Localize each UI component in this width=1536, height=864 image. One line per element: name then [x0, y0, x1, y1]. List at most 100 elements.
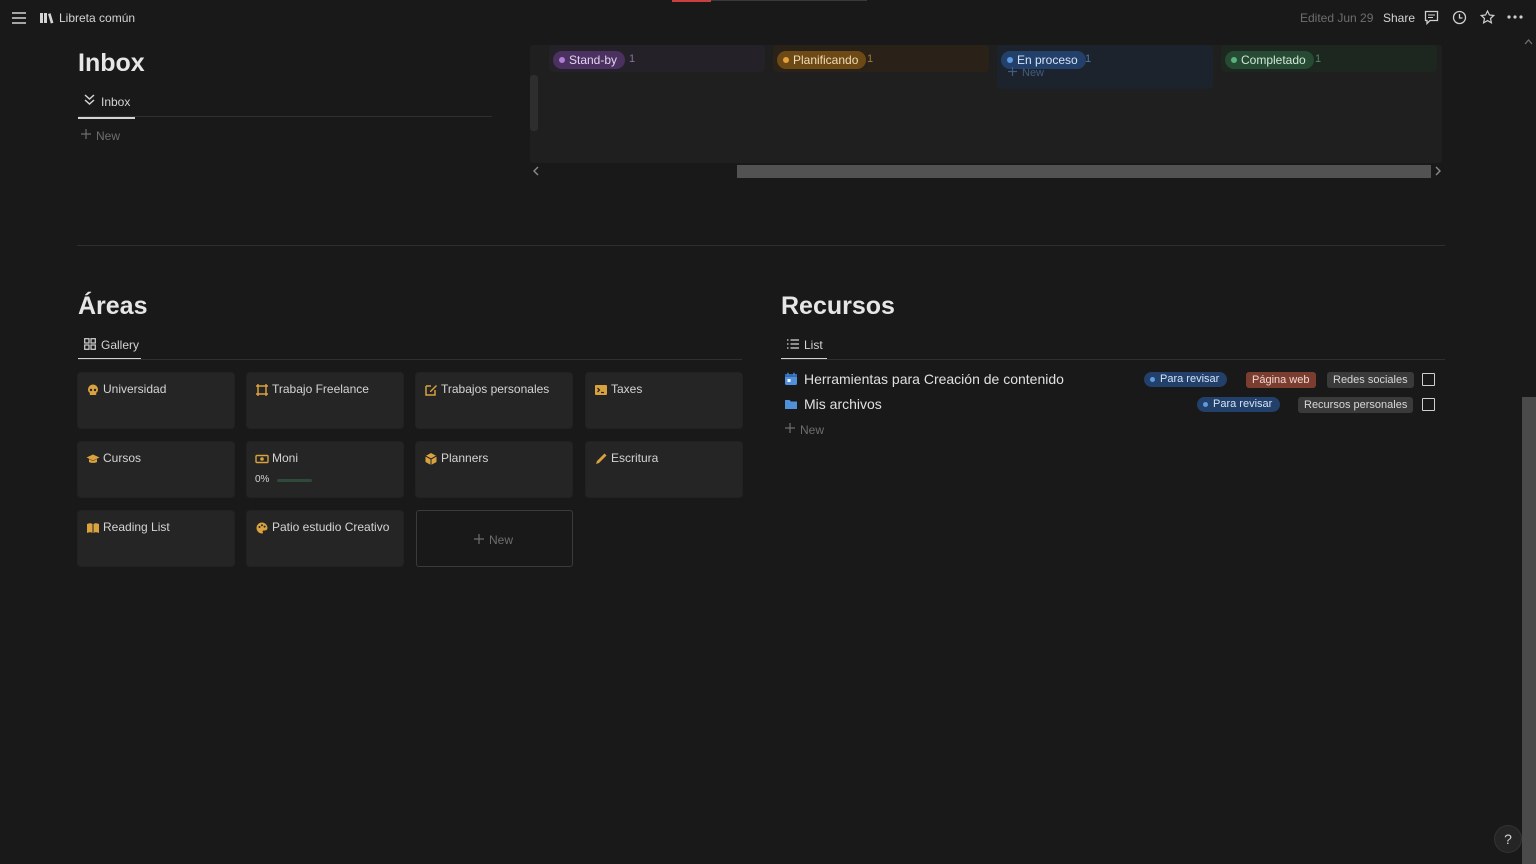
- loading-indicator: [672, 0, 711, 2]
- gallery-card-escritura[interactable]: Escritura: [586, 442, 742, 497]
- scroll-right-icon[interactable]: [1435, 166, 1442, 176]
- gallery-card-universidad[interactable]: Universidad: [78, 373, 234, 428]
- progress-bar: [277, 479, 312, 482]
- tag-recursos-personales: Recursos personales: [1298, 397, 1414, 413]
- board-column-standby: Stand-by 1: [549, 45, 765, 72]
- card-label: Taxes: [611, 382, 643, 396]
- plus-icon: [1008, 67, 1017, 76]
- tag-pagina-web: Página web: [1246, 372, 1316, 388]
- board-column-planificando: Planificando 1: [773, 45, 989, 72]
- terminal-icon: [594, 383, 608, 397]
- gallery-card-trabajos-personales[interactable]: Trabajos personales: [416, 373, 572, 428]
- gallery-grid-icon: [84, 338, 96, 350]
- tab-gallery-view[interactable]: Gallery: [78, 334, 141, 360]
- tab-list-label: List: [804, 338, 823, 352]
- board-column-enproceso: En proceso 1 New: [997, 45, 1213, 89]
- gallery-card-moni[interactable]: Moni 0%: [247, 442, 403, 497]
- tab-gallery-label: Gallery: [101, 338, 140, 352]
- gallery-card-planners[interactable]: Planners: [416, 442, 572, 497]
- card-label: Trabajos personales: [441, 382, 550, 396]
- areas-divider: [78, 359, 742, 360]
- gallery-card-reading-list[interactable]: Reading List: [78, 511, 234, 566]
- edited-timestamp: Edited Jun 29: [1300, 11, 1374, 25]
- gallery-card-trabajo-freelance[interactable]: Trabajo Freelance: [247, 373, 403, 428]
- progress-label: 0%: [255, 474, 270, 485]
- board-new-button[interactable]: New: [1022, 67, 1044, 79]
- help-button[interactable]: ?: [1495, 826, 1521, 852]
- gallery-card-cursos[interactable]: Cursos: [78, 442, 234, 497]
- tab-inbox-view[interactable]: Inbox: [78, 91, 135, 119]
- list-item[interactable]: Mis archivos Para revisar Recursos perso…: [781, 394, 1445, 416]
- scroll-up-icon[interactable]: [1524, 38, 1533, 45]
- book-icon: [39, 12, 54, 24]
- gallery-card-taxes[interactable]: Taxes: [586, 373, 742, 428]
- list-item-title: Herramientas para Creación de contenido: [804, 371, 1064, 387]
- palette-icon: [255, 521, 269, 535]
- row-checkbox[interactable]: [1422, 373, 1435, 386]
- skull-icon: [86, 383, 100, 397]
- board-column-completado: Completado 1: [1221, 45, 1437, 72]
- recursos-title: Recursos: [781, 292, 895, 320]
- scroll-left-icon[interactable]: [532, 166, 539, 176]
- frame-icon: [255, 383, 269, 397]
- section-divider: [77, 245, 1445, 246]
- gallery-new-label: New: [489, 533, 514, 547]
- edit-icon: [424, 383, 438, 397]
- card-label: Cursos: [103, 451, 142, 465]
- gallery-card-patio-estudio-creativo[interactable]: Patio estudio Creativo: [247, 511, 403, 566]
- loading-track: [711, 0, 867, 1]
- inbox-title: Inbox: [78, 49, 145, 77]
- column-count: 1: [1315, 53, 1322, 65]
- list-icon: [787, 339, 799, 349]
- page-scrollbar[interactable]: [1522, 397, 1536, 864]
- recursos-divider: [781, 359, 1445, 360]
- status-badge: Para revisar: [1197, 397, 1281, 412]
- recursos-new-button[interactable]: New: [800, 423, 824, 437]
- status-tag-planificando: Planificando: [777, 51, 867, 69]
- breadcrumb-title[interactable]: Libreta común: [59, 11, 135, 25]
- status-badge: Para revisar: [1144, 372, 1228, 387]
- cube-icon: [424, 452, 438, 466]
- list-item-title: Mis archivos: [804, 396, 882, 412]
- more-options-icon[interactable]: [1507, 15, 1523, 19]
- status-tag-standby: Stand-by: [553, 51, 626, 69]
- folder-icon: [784, 397, 798, 411]
- plus-icon: [81, 129, 91, 139]
- menu-icon[interactable]: [12, 11, 26, 25]
- card-label: Moni: [272, 451, 299, 465]
- tag-redes-sociales: Redes sociales: [1327, 372, 1414, 388]
- calendar-icon: [784, 372, 798, 386]
- plus-icon: [474, 534, 484, 544]
- column-count: 1: [1085, 53, 1092, 65]
- column-count: 1: [629, 53, 636, 65]
- list-item[interactable]: Herramientas para Creación de contenido …: [781, 369, 1445, 391]
- board-horizontal-scrollbar[interactable]: [737, 165, 1431, 178]
- tab-list-view[interactable]: List: [781, 334, 827, 360]
- card-label: Trabajo Freelance: [272, 382, 369, 396]
- comments-icon[interactable]: [1424, 10, 1439, 25]
- card-label: Planners: [441, 451, 489, 465]
- card-label: Escritura: [611, 451, 659, 465]
- status-tag-completado: Completado: [1225, 51, 1314, 69]
- card-label: Universidad: [103, 382, 167, 396]
- row-checkbox[interactable]: [1422, 398, 1435, 411]
- gallery-new-card-button[interactable]: New: [416, 510, 573, 567]
- top-bar: Libreta común Edited Jun 29 Share: [0, 0, 1536, 36]
- inbox-new-button[interactable]: New: [96, 129, 120, 143]
- tab-inbox-label: Inbox: [101, 95, 131, 109]
- pencil-icon: [594, 452, 608, 466]
- history-icon[interactable]: [1452, 10, 1467, 25]
- book-icon: [86, 521, 100, 535]
- card-label: Reading List: [103, 520, 170, 534]
- card-label: Patio estudio Creativo: [272, 520, 390, 534]
- board-vertical-scrollbar[interactable]: [530, 75, 538, 131]
- plus-icon: [785, 423, 795, 433]
- graduation-cap-icon: [86, 452, 100, 466]
- favorite-star-icon[interactable]: [1480, 10, 1495, 25]
- money-icon: [255, 452, 269, 466]
- column-count: 1: [867, 53, 874, 65]
- areas-title: Áreas: [78, 292, 148, 320]
- share-button[interactable]: Share: [1383, 11, 1415, 25]
- inbox-divider: [78, 116, 492, 117]
- double-chevron-down-icon: [84, 94, 95, 106]
